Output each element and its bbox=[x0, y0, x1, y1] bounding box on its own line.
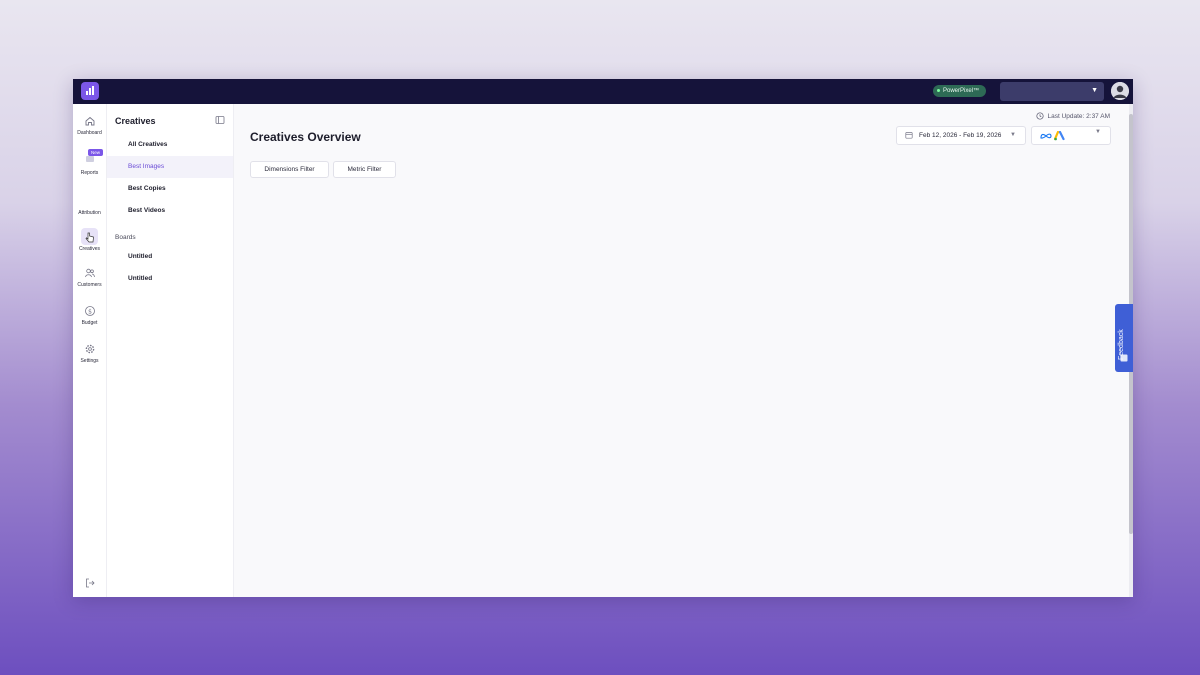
subnav-title: Creatives bbox=[115, 116, 156, 126]
subnav-item-all-creatives[interactable]: All Creatives bbox=[107, 134, 233, 156]
subnav-item-best-copies[interactable]: Best Copies bbox=[107, 178, 233, 200]
svg-text:$: $ bbox=[88, 308, 92, 315]
bar-chart-logo-icon[interactable] bbox=[81, 82, 99, 100]
icon-rail: Dashboard New Reports Attribution Creati… bbox=[73, 104, 107, 597]
logout-icon bbox=[85, 578, 95, 588]
rail-item-creatives[interactable]: Creatives bbox=[73, 228, 106, 252]
rail-item-attribution[interactable]: Attribution bbox=[73, 197, 106, 216]
account-select[interactable]: ▼ bbox=[1000, 82, 1104, 101]
attribution-icon bbox=[73, 197, 106, 207]
gear-icon bbox=[85, 344, 94, 354]
last-update: Last Update: 2:37 AM bbox=[1036, 112, 1110, 120]
google-ads-icon bbox=[1054, 131, 1065, 141]
platform-select[interactable]: ▼ bbox=[1031, 126, 1111, 145]
dimensions-filter-button[interactable]: Dimensions Filter bbox=[250, 161, 329, 178]
users-icon bbox=[84, 268, 95, 278]
chevron-down-icon: ▼ bbox=[1095, 129, 1101, 135]
app-window: PowerPixel™ ▼ Dashboard New Reports Attr… bbox=[73, 79, 1133, 597]
power-pixel-badge[interactable]: PowerPixel™ bbox=[933, 85, 987, 97]
feedback-icon bbox=[1120, 354, 1128, 362]
date-range-picker[interactable]: Feb 12, 2026 - Feb 19, 2026 ▼ bbox=[896, 126, 1026, 145]
home-icon bbox=[85, 116, 94, 126]
dollar-circle-icon: $ bbox=[84, 306, 95, 316]
rail-label: Settings bbox=[80, 358, 99, 364]
history-clock-icon bbox=[1036, 112, 1045, 120]
rail-item-reports[interactable]: New Reports bbox=[73, 149, 106, 176]
board-item[interactable]: Untitled bbox=[107, 268, 233, 290]
calendar-icon bbox=[905, 132, 913, 139]
feedback-tab[interactable]: Feedback bbox=[1115, 304, 1133, 372]
new-badge: New bbox=[88, 149, 104, 156]
rail-label: Creatives bbox=[78, 246, 101, 252]
user-avatar-icon[interactable] bbox=[1111, 82, 1129, 100]
rail-item-budget[interactable]: $ Budget bbox=[73, 305, 106, 326]
page-title: Creatives Overview bbox=[250, 130, 361, 144]
chevron-down-icon: ▼ bbox=[1010, 132, 1016, 138]
rail-item-settings[interactable]: Settings bbox=[73, 343, 106, 364]
main-content: Last Update: 2:37 AM Creatives Overview … bbox=[234, 104, 1133, 597]
top-bar: PowerPixel™ ▼ bbox=[73, 79, 1133, 104]
rail-label: Reports bbox=[80, 170, 99, 176]
metric-filter-button[interactable]: Metric Filter bbox=[333, 161, 396, 178]
meta-icon bbox=[1040, 133, 1052, 139]
boards-heading: Boards bbox=[115, 234, 136, 241]
subnav-item-best-videos[interactable]: Best Videos bbox=[107, 200, 233, 222]
creatives-subnav: Creatives All Creatives Best Images Best… bbox=[107, 104, 234, 597]
rail-label: Budget bbox=[81, 320, 98, 326]
rail-label: Customers bbox=[77, 282, 102, 288]
logout-button[interactable] bbox=[73, 577, 106, 589]
chevron-down-icon: ▼ bbox=[1091, 87, 1098, 94]
rail-item-customers[interactable]: Customers bbox=[73, 267, 106, 288]
rail-label: Dashboard bbox=[77, 130, 102, 136]
board-item[interactable]: Untitled bbox=[107, 246, 233, 268]
hand-pointer-icon bbox=[81, 228, 98, 245]
sidebar-collapse-icon[interactable] bbox=[215, 115, 225, 125]
last-update-text: Last Update: 2:37 AM bbox=[1047, 113, 1110, 120]
date-range-text: Feb 12, 2026 - Feb 19, 2026 bbox=[919, 132, 1002, 139]
subnav-item-best-images[interactable]: Best Images bbox=[107, 156, 233, 178]
rail-item-dashboard[interactable]: Dashboard bbox=[73, 115, 106, 136]
rail-label: Attribution bbox=[78, 210, 101, 216]
